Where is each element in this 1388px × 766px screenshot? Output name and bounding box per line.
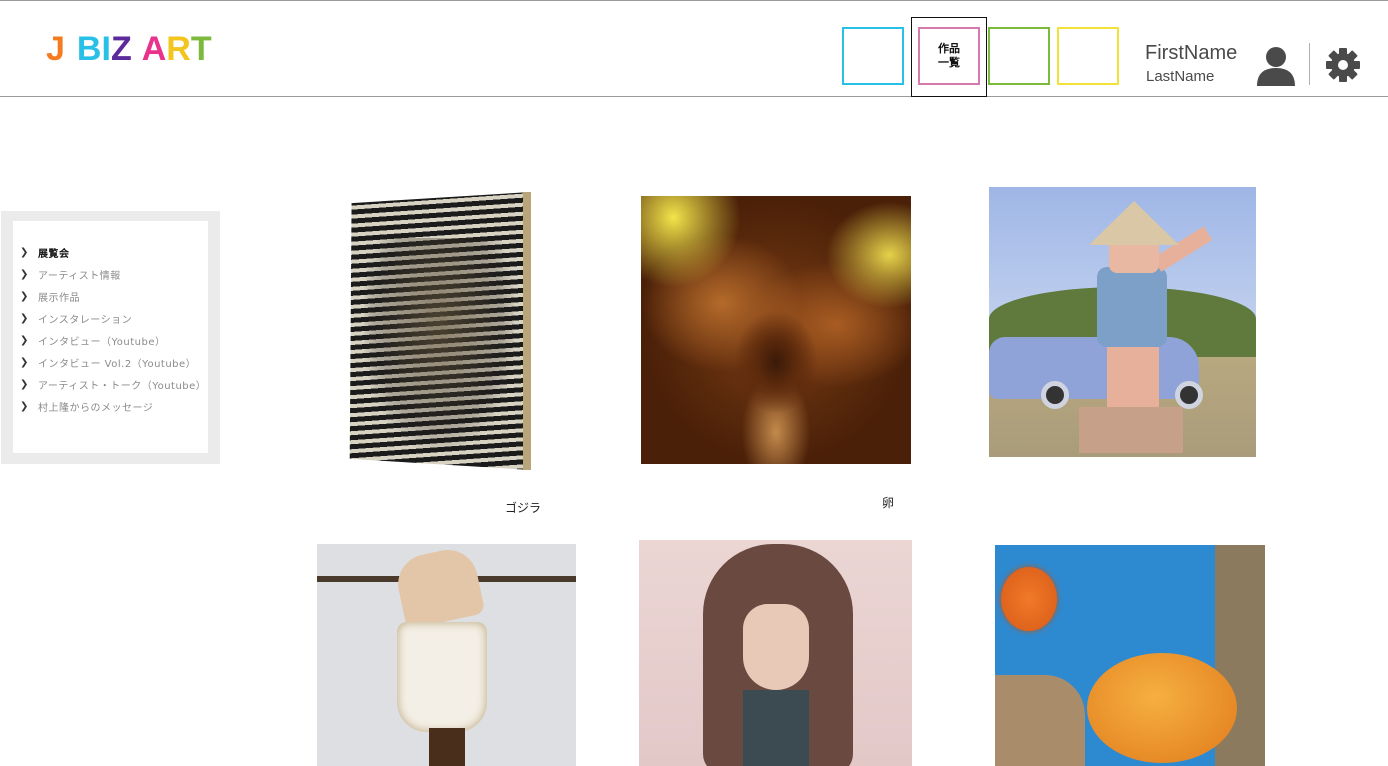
art-pedestal <box>1079 407 1183 453</box>
art-dress <box>397 622 487 732</box>
user-first-name: FirstName <box>1145 42 1238 64</box>
sidebar-item-label: アーティスト情報 <box>38 270 121 282</box>
chevron-right-icon: ❯ <box>20 356 29 368</box>
art-sweater <box>743 690 809 766</box>
header: J BIZ ART 作品 一覧 FirstName LastName <box>0 1 1388 97</box>
nav-tab-works-list[interactable]: 作品 一覧 <box>911 17 987 97</box>
sidebar-item-interview-vol2[interactable]: ❯ インタビュー Vol.2（Youtube） <box>20 354 196 370</box>
user-icon[interactable] <box>1255 46 1297 86</box>
artwork-image[interactable] <box>641 196 911 464</box>
sidebar-item-label: 展示作品 <box>38 292 80 304</box>
art-legs <box>392 544 486 630</box>
art-legs <box>1107 347 1159 407</box>
sidebar-menu: ❯ 展覧会 ❯ アーティスト情報 ❯ 展示作品 ❯ インスタレーション ❯ イン… <box>13 221 208 453</box>
art-hair <box>429 728 465 766</box>
sidebar-item-label: インスタレーション <box>38 314 133 326</box>
sidebar-item-label: インタビュー（Youtube） <box>38 336 166 348</box>
artwork-image[interactable] <box>346 192 531 470</box>
sidebar-item-exhibited-works[interactable]: ❯ 展示作品 <box>20 288 80 304</box>
logo-letter: A <box>141 30 167 68</box>
chevron-right-icon: ❯ <box>20 334 29 346</box>
logo-letter: I <box>101 30 111 68</box>
chevron-right-icon: ❯ <box>20 378 29 390</box>
chevron-right-icon: ❯ <box>20 268 29 280</box>
art-body <box>1097 267 1167 347</box>
chevron-right-icon: ❯ <box>20 312 29 324</box>
nav-tab-green[interactable] <box>988 27 1050 85</box>
site-logo[interactable]: J BIZ ART <box>46 29 212 69</box>
artwork-image[interactable] <box>639 540 912 766</box>
art-rocks <box>995 675 1085 766</box>
logo-letter: B <box>76 30 102 68</box>
gear-icon[interactable] <box>1325 47 1361 83</box>
sidebar-item-label: 展覧会 <box>38 248 70 260</box>
artwork-caption[interactable]: 卵 <box>882 494 894 511</box>
artwork-caption[interactable]: ゴジラ <box>505 499 541 516</box>
art-wheel <box>1175 381 1203 409</box>
sidebar-item-label: アーティスト・トーク（Youtube） <box>38 380 207 392</box>
art-hat <box>1089 201 1179 245</box>
art-wheel <box>1041 381 1069 409</box>
panel-edge <box>523 192 531 470</box>
sidebar: ❯ 展覧会 ❯ アーティスト情報 ❯ 展示作品 ❯ インスタレーション ❯ イン… <box>1 211 220 464</box>
logo-letter: T <box>190 30 212 68</box>
nav-tab-works-list-frame: 作品 一覧 <box>918 27 980 85</box>
nav-tab-label-line2: 一覧 <box>938 56 960 69</box>
sidebar-item-label: インタビュー Vol.2（Youtube） <box>38 358 197 370</box>
artwork-image[interactable] <box>995 545 1265 766</box>
chevron-right-icon: ❯ <box>20 290 29 302</box>
nav-tab-yellow[interactable] <box>1057 27 1119 85</box>
logo-letter: J <box>46 30 65 68</box>
logo-letter: R <box>166 30 191 68</box>
sidebar-item-interview[interactable]: ❯ インタビュー（Youtube） <box>20 332 166 348</box>
artwork-image[interactable] <box>989 187 1256 457</box>
artwork-figure <box>364 238 514 448</box>
sidebar-item-installation[interactable]: ❯ インスタレーション <box>20 310 132 326</box>
art-face <box>743 604 809 690</box>
nav-tab-blue[interactable] <box>842 27 904 85</box>
user-last-name: LastName <box>1146 68 1215 85</box>
nav-tab-label-line1: 作品 <box>938 42 960 55</box>
sidebar-item-label: 村上隆からのメッセージ <box>38 402 154 414</box>
chevron-right-icon: ❯ <box>20 246 29 258</box>
logo-letter: Z <box>110 30 132 68</box>
sidebar-item-exhibition[interactable]: ❯ 展覧会 <box>20 244 70 260</box>
sidebar-item-message[interactable]: ❯ 村上隆からのメッセージ <box>20 398 153 414</box>
sidebar-item-artist-talk[interactable]: ❯ アーティスト・トーク（Youtube） <box>20 376 206 392</box>
artwork-image[interactable] <box>317 544 576 766</box>
header-divider <box>1309 43 1310 85</box>
art-sun <box>1001 567 1057 631</box>
sidebar-item-artist-info[interactable]: ❯ アーティスト情報 <box>20 266 121 282</box>
art-car <box>989 337 1199 399</box>
chevron-right-icon: ❯ <box>20 400 29 412</box>
art-creature <box>1087 653 1237 763</box>
